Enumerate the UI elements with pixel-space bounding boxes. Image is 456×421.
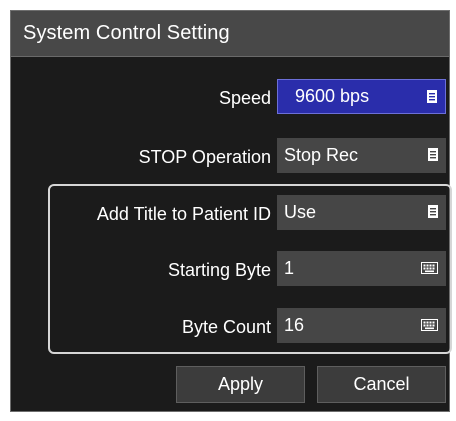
speed-label: Speed (218, 88, 271, 108)
apply-button[interactable]: Apply (176, 366, 305, 403)
cancel-button[interactable]: Cancel (317, 366, 446, 403)
stop-operation-value: Stop Rec (284, 145, 359, 165)
list-icon (428, 148, 438, 161)
dialog-title: System Control Setting (23, 22, 230, 44)
speed-value: 9600 bps (295, 86, 370, 106)
speed-select[interactable]: 9600 bps (277, 79, 446, 114)
stop-operation-select[interactable]: Stop Rec (277, 138, 446, 173)
dialog-title-bar: System Control Setting (11, 11, 449, 57)
patient-id-group-box (48, 184, 452, 354)
stop-operation-label: STOP Operation (138, 147, 271, 167)
list-icon (427, 90, 437, 103)
